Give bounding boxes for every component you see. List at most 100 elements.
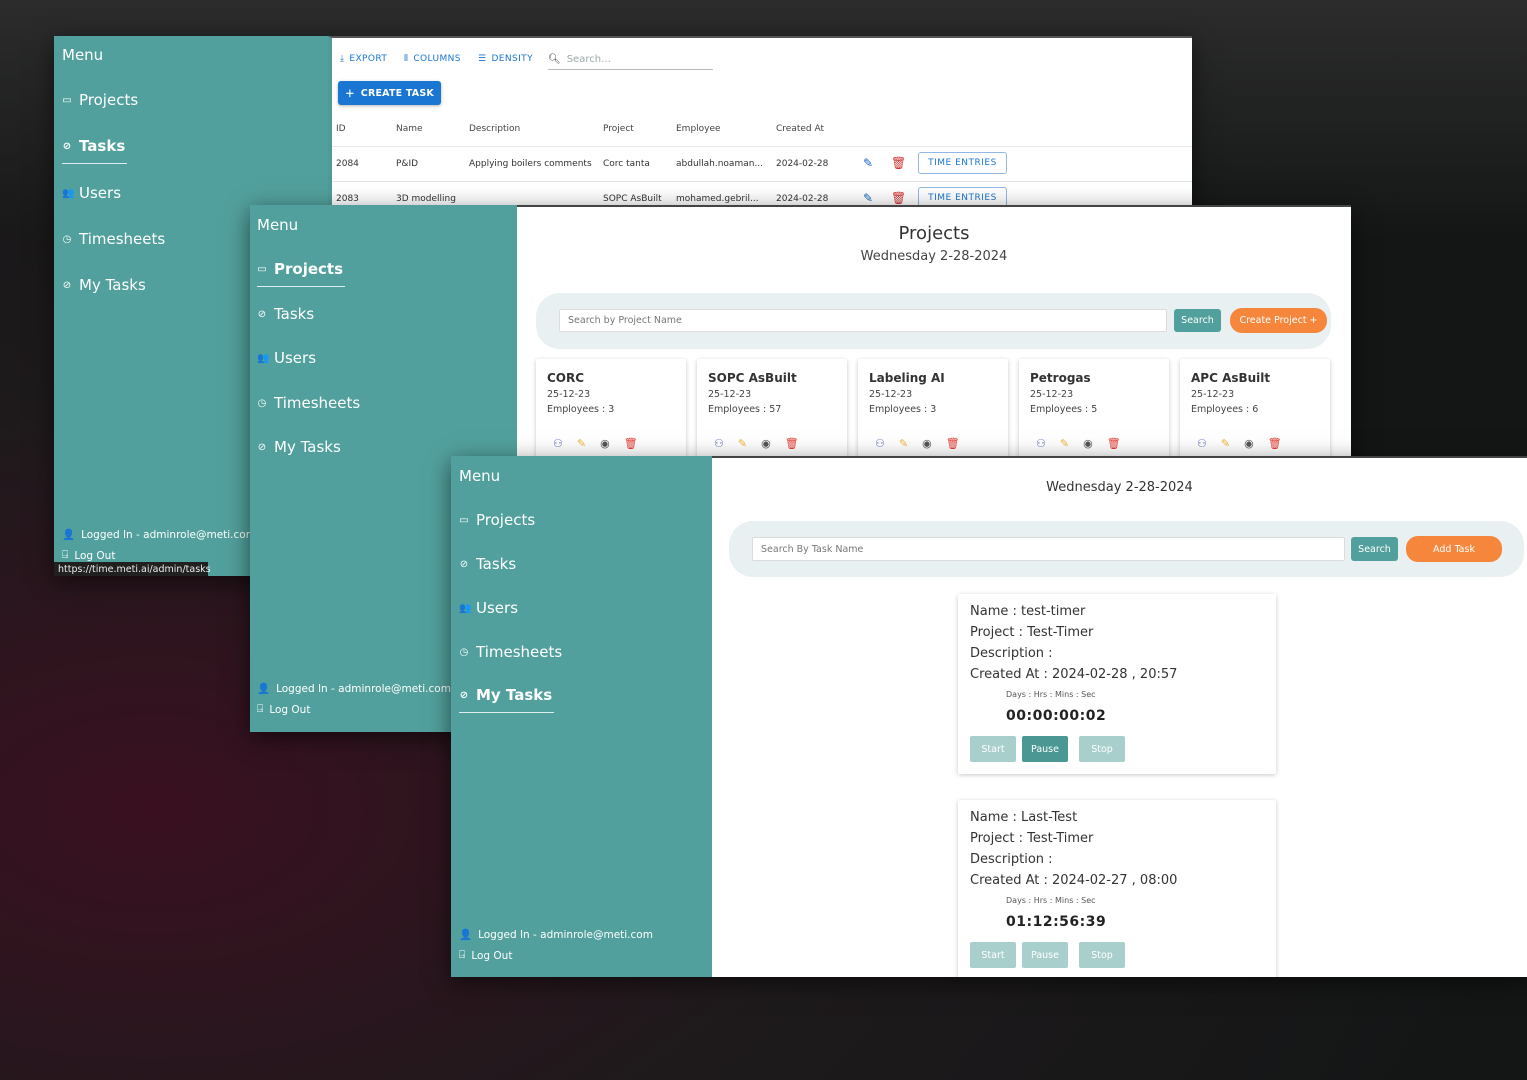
page-title: Projects [898, 223, 970, 244]
sidebar-item-my-tasks[interactable]: ⊘ My Tasks [459, 686, 555, 713]
trash-icon[interactable]: 🗑︎ [891, 191, 906, 205]
eye-icon[interactable]: ◉ [1083, 437, 1093, 450]
add-user-icon[interactable]: ⚇ [1197, 437, 1207, 450]
cell-employee: abdullah.noaman... [676, 159, 764, 169]
column-header[interactable]: Project [603, 124, 634, 134]
project-card[interactable]: APC AsBuilt 25-12-23 Employees : 6 ⚇ ✎ ◉ 🗑︎ [1180, 359, 1330, 469]
logout-link[interactable]: ⍈ Log Out [257, 703, 310, 716]
edit-pencil-icon[interactable]: ✎ [1060, 437, 1069, 450]
sidebar-item-tasks[interactable]: ⊘ Tasks [62, 137, 128, 164]
trash-icon[interactable]: 🗑︎ [946, 437, 960, 450]
column-header[interactable]: Employee [676, 124, 721, 134]
edit-pencil-icon[interactable]: ✎ [738, 437, 747, 450]
cell-name: 3D modelling [396, 194, 456, 204]
density-button[interactable]: ☰ DENSITY [478, 54, 533, 64]
sidebar-item-timesheets[interactable]: ◷ Timesheets [257, 394, 361, 412]
export-button[interactable]: ⤓ EXPORT [340, 54, 387, 64]
trash-icon[interactable]: 🗑︎ [785, 437, 799, 450]
sidebar-item-timesheets[interactable]: ◷ Timesheets [459, 643, 563, 661]
eye-icon[interactable]: ◉ [922, 437, 932, 450]
sidebar-item-projects[interactable]: ▭ Projects [62, 91, 138, 109]
add-user-icon[interactable]: ⚇ [1036, 437, 1046, 450]
sidebar-item-my-tasks[interactable]: ⊘ My Tasks [257, 438, 341, 456]
sidebar-item-projects[interactable]: ▭ Projects [257, 260, 346, 287]
cell-project: SOPC AsBuilt [603, 194, 662, 204]
sidebar-item-my-tasks[interactable]: ⊘ My Tasks [62, 276, 146, 294]
task-created-at: Created At : 2024-02-27 , 08:00 [970, 873, 1178, 888]
date-label: Wednesday 2-28-2024 [1046, 480, 1193, 495]
search-bar: Search by Project Name Search Create Pro… [536, 293, 1331, 349]
task-search-input[interactable]: Search By Task Name [752, 537, 1345, 561]
edit-pencil-icon[interactable]: ✎ [1221, 437, 1230, 450]
status-url-tooltip: https://time.meti.ai/admin/tasks [54, 562, 211, 576]
add-task-button[interactable]: Add Task [1406, 536, 1502, 562]
pause-button[interactable]: Pause [1022, 736, 1068, 762]
search-bar: Search By Task Name Search Add Task [729, 521, 1524, 577]
check-circle-icon: ⊘ [257, 441, 267, 453]
menu-title: Menu [459, 467, 501, 485]
eye-icon[interactable]: ◉ [1244, 437, 1254, 450]
eye-icon[interactable]: ◉ [600, 437, 610, 450]
column-header[interactable]: Created At [776, 124, 824, 134]
sidebar-item-tasks[interactable]: ⊘ Tasks [257, 305, 314, 323]
stop-button[interactable]: Stop [1079, 942, 1125, 968]
trash-icon[interactable]: 🗑︎ [624, 437, 638, 450]
project-search-input[interactable]: Search by Project Name [559, 309, 1167, 332]
trash-icon[interactable]: 🗑︎ [891, 156, 906, 170]
sidebar-item-users[interactable]: 👥 Users [257, 349, 316, 367]
edit-pencil-icon[interactable]: ✎ [863, 191, 873, 205]
project-card[interactable]: SOPC AsBuilt 25-12-23 Employees : 57 ⚇ ✎ ◉… [697, 359, 847, 469]
sidebar-item-label: Users [79, 184, 122, 202]
time-entries-button[interactable]: TIME ENTRIES [918, 152, 1007, 174]
edit-pencil-icon[interactable]: ✎ [577, 437, 586, 450]
task-card: Name : Last-Test Project : Test-Timer De… [958, 800, 1276, 977]
search-button[interactable]: Search [1174, 309, 1221, 332]
project-date: 25-12-23 [869, 389, 913, 400]
search-button[interactable]: Search [1351, 537, 1398, 561]
task-description: Description : [970, 646, 1053, 661]
sidebar-item-label: Projects [79, 91, 139, 109]
edit-pencil-icon[interactable]: ✎ [863, 156, 873, 170]
column-header[interactable]: Name [396, 124, 423, 134]
date-label: Wednesday 2-28-2024 [860, 249, 1008, 264]
trash-icon[interactable]: 🗑︎ [1268, 437, 1282, 450]
create-project-button[interactable]: Create Project + [1230, 308, 1327, 333]
clock-icon: ◷ [459, 646, 469, 658]
sidebar-item-timesheets[interactable]: ◷ Timesheets [62, 230, 166, 248]
grid-search-input[interactable]: 🔍︎ Search… [548, 49, 713, 70]
logout-link[interactable]: ⍈ Log Out [459, 949, 512, 962]
edit-pencil-icon[interactable]: ✎ [899, 437, 908, 450]
sidebar-item-label: Projects [274, 260, 344, 278]
project-card[interactable]: Petrogas 25-12-23 Employees : 5 ⚇ ✎ ◉ 🗑︎ [1019, 359, 1169, 469]
start-button[interactable]: Start [970, 942, 1016, 968]
logout-link[interactable]: ⍈ Log Out [62, 549, 115, 562]
plus-icon: ＋ [345, 89, 355, 100]
columns-icon: ⦀ [404, 54, 409, 64]
stop-button[interactable]: Stop [1079, 736, 1125, 762]
sidebar-item-projects[interactable]: ▭ Projects [459, 511, 535, 529]
create-task-button[interactable]: ＋ CREATE TASK [338, 81, 441, 105]
start-button[interactable]: Start [970, 736, 1016, 762]
column-header[interactable]: Description [469, 124, 520, 134]
check-circle-icon: ⊘ [257, 308, 267, 320]
add-user-icon[interactable]: ⚇ [875, 437, 885, 450]
eye-icon[interactable]: ◉ [761, 437, 771, 450]
trash-icon[interactable]: 🗑︎ [1107, 437, 1121, 450]
sidebar-item-label: My Tasks [476, 686, 553, 704]
sidebar-item-users[interactable]: 👥 Users [459, 599, 518, 617]
sidebar-item-tasks[interactable]: ⊘ Tasks [459, 555, 516, 573]
download-icon: ⤓ [340, 54, 345, 64]
project-card[interactable]: Labeling AI 25-12-23 Employees : 3 ⚇ ✎ ◉ 🗑︎ [858, 359, 1008, 469]
column-header[interactable]: ID [336, 124, 346, 134]
menu-title: Menu [62, 46, 104, 64]
sidebar-item-label: Timesheets [274, 394, 361, 412]
project-card[interactable]: CORC 25-12-23 Employees : 3 ⚇ ✎ ◉ 🗑︎ [536, 359, 686, 469]
columns-button[interactable]: ⦀ COLUMNS [404, 54, 461, 64]
pause-button[interactable]: Pause [1022, 942, 1068, 968]
logout-icon: ⍈ [62, 549, 69, 561]
project-date: 25-12-23 [547, 389, 591, 400]
add-user-icon[interactable]: ⚇ [553, 437, 563, 450]
add-user-icon[interactable]: ⚇ [714, 437, 724, 450]
sidebar-item-users[interactable]: 👥 Users [62, 184, 121, 202]
timer-units-label: Days : Hrs : Mins : Sec [1006, 690, 1096, 699]
